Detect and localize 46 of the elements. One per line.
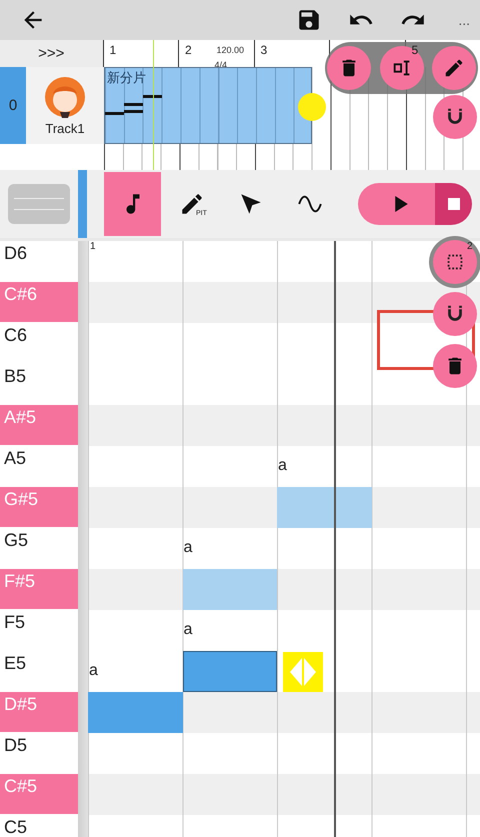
piano-key[interactable]: E5 bbox=[0, 651, 78, 692]
piano-key[interactable]: D5 bbox=[0, 733, 78, 774]
piano-key[interactable]: C5 bbox=[0, 815, 78, 837]
resize-handle[interactable] bbox=[283, 652, 323, 692]
lyric-text: a bbox=[89, 662, 98, 680]
more-button[interactable]: ... bbox=[456, 12, 472, 28]
expand-button[interactable]: >>> bbox=[0, 40, 102, 67]
piano-key[interactable]: C6 bbox=[0, 323, 78, 364]
measure-number: 3 bbox=[260, 43, 268, 57]
clip-block[interactable]: 新分片 bbox=[104, 67, 312, 144]
piano-key[interactable]: G5 bbox=[0, 528, 78, 569]
clip-end-handle[interactable] bbox=[298, 93, 326, 121]
note-block[interactable] bbox=[277, 487, 372, 528]
track-header[interactable]: Track1 bbox=[26, 67, 104, 144]
note-block[interactable] bbox=[182, 651, 277, 692]
piano-key[interactable]: D6 bbox=[0, 241, 78, 282]
bar-number: 2 bbox=[467, 241, 473, 252]
lyric-text: a bbox=[184, 621, 192, 639]
measure-number: 5 bbox=[412, 43, 418, 57]
tempo-text: 120.00 bbox=[216, 45, 244, 55]
menu-handle-button[interactable] bbox=[8, 184, 70, 224]
clip-notes-drawing bbox=[105, 95, 162, 115]
bar-number: 1 bbox=[90, 241, 96, 252]
piano-key[interactable]: B5 bbox=[0, 364, 78, 405]
track-number[interactable]: 0 bbox=[0, 67, 26, 144]
snap-button[interactable] bbox=[433, 95, 477, 139]
lyric-text: a bbox=[278, 457, 287, 475]
piano-key[interactable]: F5 bbox=[0, 610, 78, 651]
clip-title: 新分片 bbox=[107, 69, 146, 87]
delete-button[interactable] bbox=[327, 46, 371, 90]
select-button[interactable] bbox=[433, 240, 477, 284]
pencil-icon bbox=[443, 57, 465, 79]
track-name: Track1 bbox=[45, 120, 85, 136]
measure-number: 1 bbox=[110, 43, 116, 57]
measure-number: 2 bbox=[185, 43, 192, 57]
tool-button[interactable] bbox=[104, 172, 161, 236]
play-button[interactable] bbox=[358, 183, 435, 225]
play-icon bbox=[395, 196, 408, 212]
stop-button[interactable] bbox=[435, 183, 472, 225]
avatar bbox=[44, 76, 86, 118]
edit-button[interactable] bbox=[432, 46, 476, 90]
stop-icon bbox=[446, 196, 462, 212]
scroll-indicator bbox=[78, 170, 87, 238]
piano-key[interactable]: A5 bbox=[0, 446, 78, 487]
lyric-text: a bbox=[184, 539, 192, 557]
tool-button[interactable] bbox=[380, 46, 424, 90]
